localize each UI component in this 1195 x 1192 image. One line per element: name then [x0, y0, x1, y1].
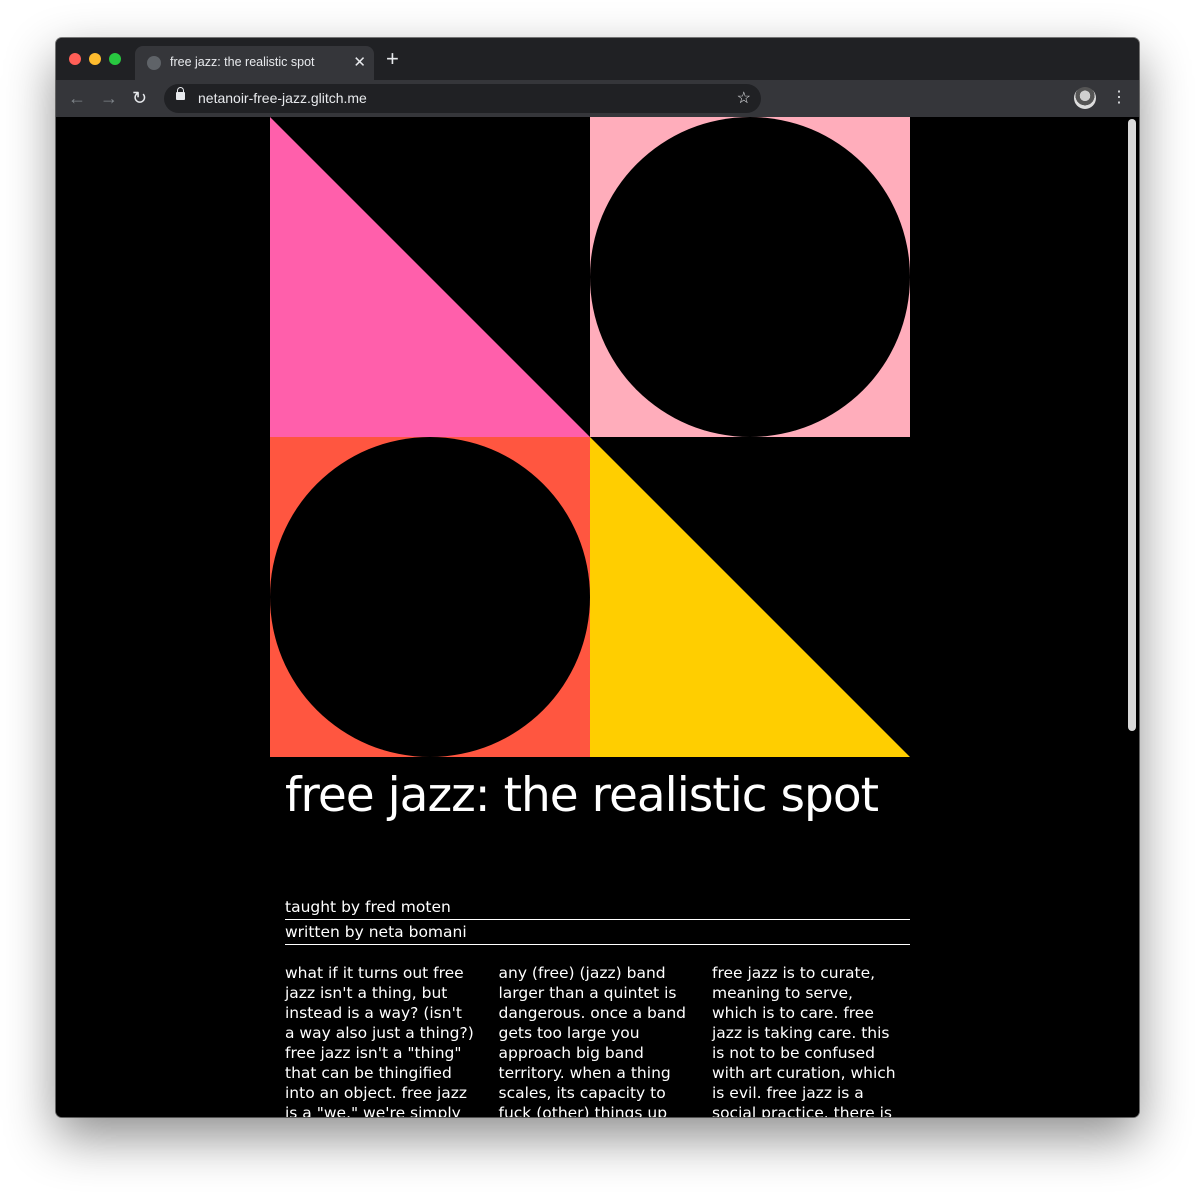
browser-window: free jazz: the realistic spot ✕ + ← → ↻ … — [56, 38, 1139, 1117]
browser-toolbar: ← → ↻ netanoir-free-jazz.glitch.me ☆ ⋮ — [56, 80, 1139, 117]
forward-arrow-icon[interactable]: → — [100, 87, 118, 109]
page-title: free jazz: the realistic spot — [285, 768, 879, 823]
column-text: free jazz is to curate, meaning to serve… — [712, 964, 896, 1117]
black-circle-bottom — [270, 437, 590, 757]
text-columns: what if it turns out free jazz isn't a t… — [285, 963, 910, 1117]
back-arrow-icon[interactable]: ← — [68, 87, 86, 109]
scrollbar-thumb[interactable] — [1128, 119, 1136, 731]
globe-icon — [147, 56, 161, 70]
page-viewport: free jazz: the realistic spot taught by … — [56, 117, 1139, 1117]
url-text[interactable]: netanoir-free-jazz.glitch.me — [198, 90, 367, 106]
black-circle-top — [590, 117, 910, 437]
taught-by-line: taught by fred moten — [285, 895, 910, 920]
new-tab-button[interactable]: + — [386, 48, 399, 70]
tab-active[interactable]: free jazz: the realistic spot ✕ — [135, 46, 374, 80]
reload-icon[interactable]: ↻ — [132, 87, 147, 109]
written-by-line: written by neta bomani — [285, 920, 910, 945]
close-window-button[interactable] — [69, 53, 81, 65]
more-menu-icon[interactable]: ⋮ — [1111, 87, 1127, 109]
tab-title: free jazz: the realistic spot — [170, 55, 315, 69]
profile-avatar[interactable] — [1074, 87, 1096, 109]
column-text: what if it turns out free jazz isn't a t… — [285, 964, 474, 1117]
bookmark-star-icon[interactable]: ☆ — [737, 88, 751, 108]
article: free jazz: the realistic spot taught by … — [285, 757, 910, 1117]
zoom-window-button[interactable] — [109, 53, 121, 65]
lock-icon — [176, 87, 185, 100]
minimize-window-button[interactable] — [89, 53, 101, 65]
tab-strip: free jazz: the realistic spot ✕ + — [56, 38, 1139, 80]
column-text: any (free) (jazz) band larger than a qui… — [498, 964, 687, 1117]
scrollbar[interactable] — [1125, 117, 1139, 1117]
address-bar[interactable]: netanoir-free-jazz.glitch.me ☆ — [164, 84, 761, 113]
hero-artwork — [270, 117, 910, 757]
close-tab-icon[interactable]: ✕ — [353, 53, 366, 73]
